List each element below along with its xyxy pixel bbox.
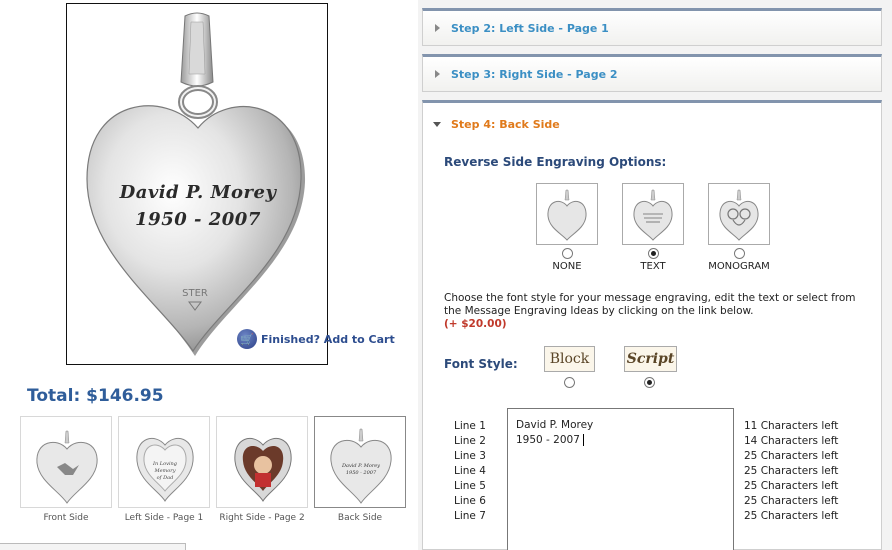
line-label: Line 1 <box>454 420 486 432</box>
steps-panel: Step 2: Left Side - Page 1 Step 3: Right… <box>418 0 892 550</box>
text-cursor <box>583 434 584 446</box>
thumbnail-label-back: Back Side <box>337 513 383 523</box>
thumbnail-left-side[interactable]: In Loving Memory of Dad <box>118 416 210 508</box>
locket-preview: STER David P. Morey 1950 - 2007 <box>66 3 328 365</box>
line-label: Line 5 <box>454 480 486 492</box>
add-to-cart-label: Finished? Add to Cart <box>261 332 395 346</box>
svg-text:David P. Morey: David P. Morey <box>341 463 380 469</box>
expanded-arrow-icon[interactable] <box>433 122 441 127</box>
chars-left-text: 11 Characters left <box>744 420 839 432</box>
font-style-label: Font Style: <box>444 357 518 371</box>
chars-left-text: 25 Characters left <box>744 480 839 492</box>
order-total: Total: $146.95 <box>27 386 164 406</box>
radio-font-block[interactable] <box>564 377 575 388</box>
line-label: Line 3 <box>454 450 486 462</box>
option-none-label: NONE <box>552 261 582 272</box>
thumbnail-back-side[interactable]: David P. Morey 1950 - 2007 <box>314 416 406 508</box>
font-block-button[interactable]: Block <box>544 346 595 372</box>
line-label: Line 2 <box>454 435 486 447</box>
left-locket-thumb-image: In Loving Memory of Dad <box>136 437 194 502</box>
reverse-options-title: Reverse Side Engraving Options: <box>444 155 667 169</box>
front-locket-thumb-image <box>36 430 98 504</box>
add-to-cart-button[interactable]: 🛒 Finished? Add to Cart <box>237 329 395 349</box>
step2-header[interactable]: Step 2: Left Side - Page 1 <box>422 8 882 46</box>
step4-panel: Step 4: Back Side Reverse Side Engraving… <box>422 100 882 550</box>
thumbnail-front-side[interactable] <box>20 416 112 508</box>
step3-title: Step 3: Right Side - Page 2 <box>451 68 618 81</box>
step2-title: Step 2: Left Side - Page 1 <box>451 22 609 35</box>
engraving-text-line: David P. Morey <box>516 419 594 431</box>
back-locket-thumb-image: David P. Morey 1950 - 2007 <box>330 428 392 504</box>
collapsed-arrow-icon <box>435 70 440 78</box>
thumbnail-right-side[interactable] <box>216 416 308 508</box>
engraving-price: (+ $20.00) <box>444 318 507 330</box>
svg-text:In Loving: In Loving <box>152 461 177 467</box>
monogram-locket-icon <box>719 189 759 241</box>
chars-left-text: 25 Characters left <box>744 465 839 477</box>
engraving-text-line: 1950 - 2007 <box>516 434 580 446</box>
line-label: Line 6 <box>454 495 486 507</box>
thumbnail-label-right: Right Side - Page 2 <box>219 513 305 523</box>
radio-none[interactable] <box>562 248 573 259</box>
text-locket-icon <box>633 189 673 241</box>
chars-left-text: 25 Characters left <box>744 510 839 522</box>
right-locket-thumb-image <box>234 437 292 502</box>
engraving-preview-line1: David P. Morey <box>119 182 277 203</box>
option-monogram-label: MONOGRAM <box>708 261 770 272</box>
cart-icon: 🛒 <box>237 329 257 349</box>
collapsed-arrow-icon <box>435 24 440 32</box>
step4-title[interactable]: Step 4: Back Side <box>451 118 560 131</box>
chars-left-text: 25 Characters left <box>744 450 839 462</box>
svg-text:of Dad: of Dad <box>157 475 174 481</box>
chars-left-text: 25 Characters left <box>744 495 839 507</box>
svg-text:1950 - 2007: 1950 - 2007 <box>346 470 377 476</box>
option-monogram-image[interactable] <box>708 183 770 245</box>
line-label: Line 7 <box>454 510 486 522</box>
plain-locket-icon <box>547 189 587 241</box>
hallmark-text: STER <box>182 288 208 299</box>
line-label: Line 4 <box>454 465 486 477</box>
radio-text[interactable] <box>648 248 659 259</box>
thumbnail-label-left: Left Side - Page 1 <box>124 513 204 523</box>
option-text-image[interactable] <box>622 183 684 245</box>
step3-header[interactable]: Step 3: Right Side - Page 2 <box>422 54 882 92</box>
bottom-scrollbar[interactable] <box>0 543 186 550</box>
thumbnail-label-front: Front Side <box>43 513 89 523</box>
font-script-button[interactable]: Script <box>624 346 677 372</box>
chars-left-text: 14 Characters left <box>744 435 839 447</box>
option-text-label: TEXT <box>640 261 666 272</box>
preview-panel: STER David P. Morey 1950 - 2007 🛒 Finish… <box>0 0 418 550</box>
radio-monogram[interactable] <box>734 248 745 259</box>
radio-font-script[interactable] <box>644 377 655 388</box>
engraving-textarea[interactable]: David P. Morey 1950 - 2007 <box>507 408 734 550</box>
engraving-preview-line2: 1950 - 2007 <box>135 209 261 230</box>
svg-text:Memory: Memory <box>153 468 175 474</box>
option-none-image[interactable] <box>536 183 598 245</box>
instructions-text: Choose the font style for your message e… <box>444 292 856 317</box>
